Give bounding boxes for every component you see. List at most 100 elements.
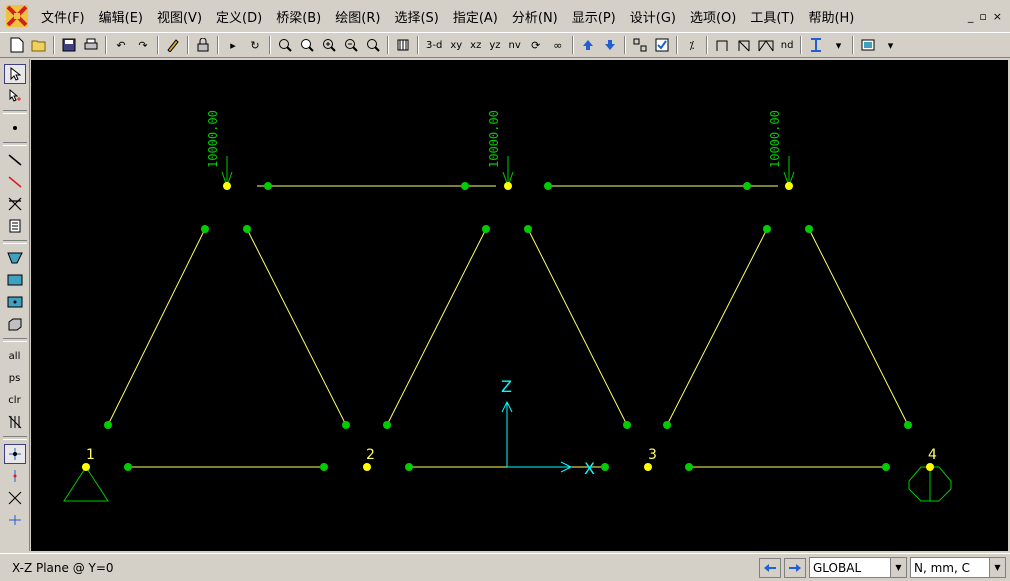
frame-end-point[interactable] <box>663 421 671 429</box>
model-view[interactable]: Z X 10000.00 10000.00 10000.00 1 2 3 4 <box>31 60 1008 551</box>
model-canvas[interactable]: Z X 10000.00 10000.00 10000.00 1 2 3 4 <box>31 60 1008 551</box>
frame-end-point[interactable] <box>461 182 469 190</box>
frame-end-point[interactable] <box>763 225 771 233</box>
get-previous-selection-button[interactable]: ps <box>4 368 26 388</box>
section-i-icon[interactable] <box>805 34 827 56</box>
view-xz-button[interactable]: xz <box>466 34 485 56</box>
frame-end-point[interactable] <box>201 225 209 233</box>
units-select[interactable]: N, mm, C ▼ <box>910 557 1006 578</box>
zoom-in-icon[interactable] <box>318 34 340 56</box>
frame-member[interactable] <box>808 228 909 426</box>
menu-define[interactable]: 定义(D) <box>209 4 269 29</box>
menu-help[interactable]: 帮助(H) <box>801 4 861 29</box>
refresh-icon[interactable]: ⟳ <box>525 34 547 56</box>
menu-design[interactable]: 设计(G) <box>623 4 683 29</box>
menu-analyze[interactable]: 分析(N) <box>505 4 565 29</box>
next-view-button[interactable] <box>784 557 806 578</box>
checkbox-icon[interactable] <box>651 34 673 56</box>
close-button[interactable]: × <box>993 10 1002 23</box>
redo-icon[interactable]: ↷ <box>132 34 154 56</box>
quick-draw-frame-icon[interactable] <box>4 172 26 192</box>
draw-section-cut-icon[interactable] <box>4 216 26 236</box>
draw-poly-area-icon[interactable] <box>4 248 26 268</box>
frame-member[interactable] <box>386 228 487 426</box>
quick-draw-area-icon[interactable] <box>4 292 26 312</box>
frame-end-point[interactable] <box>383 421 391 429</box>
menu-draw[interactable]: 绘图(R) <box>328 4 387 29</box>
frame-end-point[interactable] <box>544 182 552 190</box>
chevron-down-icon[interactable]: ▼ <box>890 558 906 577</box>
frame-end-point[interactable] <box>342 421 350 429</box>
frame-end-point[interactable] <box>623 421 631 429</box>
fixed-support-icon[interactable] <box>908 466 952 502</box>
chevron-down-icon[interactable]: ▼ <box>989 558 1005 577</box>
joint[interactable] <box>785 182 793 190</box>
frame-icon[interactable] <box>711 34 733 56</box>
coordinate-system-select[interactable]: GLOBAL ▼ <box>809 557 907 578</box>
snap-intersection-icon[interactable] <box>4 488 26 508</box>
zoom-out-icon[interactable] <box>340 34 362 56</box>
joint[interactable] <box>223 182 231 190</box>
frame-member[interactable] <box>107 228 206 426</box>
frame-end-point[interactable] <box>104 421 112 429</box>
snap-joints-icon[interactable] <box>3 444 26 464</box>
run-analysis-icon[interactable]: ▸ <box>222 34 244 56</box>
select-all-button[interactable]: all <box>4 346 26 366</box>
pan-icon[interactable] <box>362 34 384 56</box>
lock-icon[interactable] <box>192 34 214 56</box>
frame-end-point[interactable] <box>320 463 328 471</box>
frame-end-point[interactable] <box>904 421 912 429</box>
open-folder-icon[interactable] <box>28 34 50 56</box>
display-options-icon[interactable] <box>857 34 879 56</box>
joint[interactable] <box>504 182 512 190</box>
frame-end-point[interactable] <box>685 463 693 471</box>
menu-view[interactable]: 视图(V) <box>150 4 209 29</box>
glasses-icon[interactable]: ∞ <box>547 34 569 56</box>
app-logo-icon[interactable] <box>4 3 30 29</box>
frame-end-point[interactable] <box>124 463 132 471</box>
menu-file[interactable]: 文件(F) <box>34 4 92 29</box>
move-up-icon[interactable] <box>577 34 599 56</box>
new-file-icon[interactable] <box>6 34 28 56</box>
zoom-window-icon[interactable] <box>274 34 296 56</box>
draw-solid-icon[interactable] <box>4 314 26 334</box>
node-display-button[interactable]: nd <box>777 34 798 56</box>
frame-end-point[interactable] <box>264 182 272 190</box>
menu-bridge[interactable]: 桥梁(B) <box>269 4 328 29</box>
minimize-button[interactable]: _ <box>968 10 974 23</box>
restore-button[interactable]: ▫ <box>979 10 986 23</box>
pencil-icon[interactable] <box>162 34 184 56</box>
point-load[interactable]: 10000.00 <box>206 110 233 188</box>
hand-icon[interactable] <box>392 34 414 56</box>
grid-select-icon[interactable] <box>629 34 651 56</box>
rotate-3d-icon[interactable]: ↻ <box>244 34 266 56</box>
menu-select[interactable]: 选择(S) <box>387 4 445 29</box>
frame-end-point[interactable] <box>882 463 890 471</box>
joint[interactable] <box>363 463 371 471</box>
menu-tools[interactable]: 工具(T) <box>743 4 801 29</box>
quick-draw-brace-icon[interactable] <box>4 194 26 214</box>
frame-end-point[interactable] <box>405 463 413 471</box>
menu-options[interactable]: 选项(O) <box>683 4 743 29</box>
point-load[interactable]: 10000.00 <box>487 110 514 188</box>
intersecting-line-select-icon[interactable] <box>4 412 26 432</box>
previous-view-button[interactable] <box>759 557 781 578</box>
view-xy-button[interactable]: xy <box>446 34 466 56</box>
frame-member[interactable] <box>246 228 347 426</box>
frame-end-point[interactable] <box>743 182 751 190</box>
frame-member[interactable] <box>666 228 768 426</box>
menu-assign[interactable]: 指定(A) <box>446 4 505 29</box>
frame-end-point[interactable] <box>601 463 609 471</box>
print-icon[interactable] <box>80 34 102 56</box>
dropdown-arrow-icon[interactable]: ▾ <box>827 34 849 56</box>
undo-icon[interactable]: ↶ <box>110 34 132 56</box>
frame-brace-icon[interactable] <box>733 34 755 56</box>
view-yz-button[interactable]: yz <box>485 34 504 56</box>
save-icon[interactable] <box>58 34 80 56</box>
zoom-full-icon[interactable] <box>296 34 318 56</box>
draw-rect-area-icon[interactable] <box>4 270 26 290</box>
clear-selection-button[interactable]: clr <box>4 390 26 410</box>
pin-support-icon[interactable] <box>63 466 109 502</box>
pointer-select-icon[interactable] <box>3 64 26 84</box>
snap-midpoint-icon[interactable] <box>4 466 26 486</box>
